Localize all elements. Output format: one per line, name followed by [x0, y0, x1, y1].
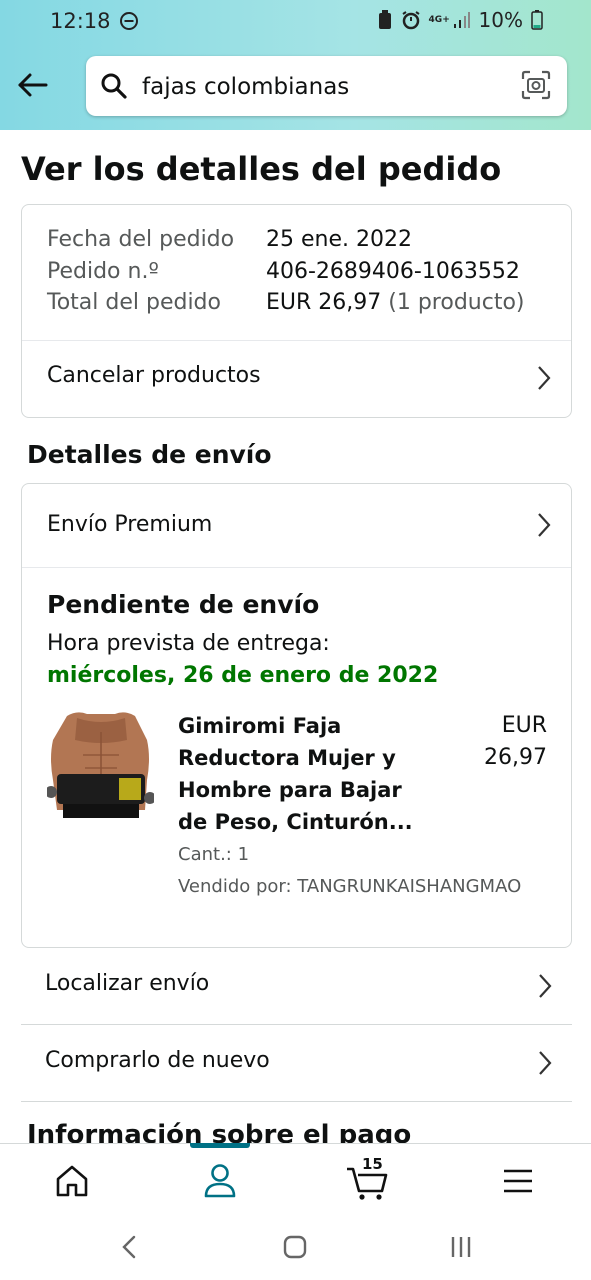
alarm-icon: [401, 11, 420, 30]
chevron-right-icon: [538, 366, 551, 390]
camera-icon[interactable]: [521, 70, 551, 100]
buy-again-link[interactable]: Comprarlo de nuevo: [21, 1024, 572, 1100]
back-arrow-icon[interactable]: [16, 68, 50, 102]
order-total-count: (1 producto): [388, 290, 525, 315]
order-date-label: Fecha del pedido: [47, 227, 235, 252]
system-back-icon[interactable]: [118, 1234, 142, 1260]
shipping-method-link[interactable]: Envío Premium: [22, 484, 571, 567]
product-seller: Vendido por: TANGRUNKAISHANGMAO: [178, 876, 522, 897]
battery-icon: [531, 10, 543, 30]
product-image[interactable]: [47, 710, 154, 818]
cancel-products-link[interactable]: Cancelar productos: [22, 341, 571, 417]
person-icon[interactable]: [198, 1159, 242, 1203]
order-total-amount: EUR 26,97: [266, 290, 382, 315]
shipment-status: Pendiente de envío: [47, 590, 320, 619]
price-currency: EUR: [501, 713, 547, 738]
order-summary-card: Fecha del pedido 25 ene. 2022 Pedido n.º…: [21, 204, 572, 418]
order-number-value: 406-2689406-1063552: [266, 259, 520, 284]
divider: [22, 567, 571, 568]
page-title: Ver los detalles del pedido: [21, 150, 502, 188]
app-header: 12:18 4G+ 10%: [0, 0, 591, 130]
chevron-right-icon: [539, 1051, 552, 1075]
order-date-row: Fecha del pedido 25 ene. 2022: [47, 227, 412, 252]
product-quantity: Cant.: 1: [178, 844, 250, 865]
battery-percent: 10%: [478, 8, 523, 32]
product-title-line: Gimiromi Faja: [178, 714, 342, 738]
menu-icon[interactable]: [496, 1159, 540, 1203]
signal-icon: [453, 12, 470, 28]
home-icon[interactable]: [50, 1159, 94, 1203]
active-tab-indicator: [190, 1143, 250, 1148]
battery-saver-icon: [378, 10, 391, 29]
network-label: 4G+: [428, 15, 450, 25]
order-total-value: EUR 26,97 (1 producto): [266, 290, 525, 315]
chevron-right-icon: [538, 513, 551, 537]
system-home-icon[interactable]: [282, 1234, 308, 1260]
status-time-group: 12:18: [50, 9, 139, 33]
status-icons: 4G+ 10%: [377, 8, 543, 32]
shipping-section-title: Detalles de envío: [27, 440, 272, 469]
track-shipment-label: Localizar envío: [45, 971, 210, 996]
product-title-line: de Peso, Cinturón...: [178, 810, 413, 834]
price-amount: 26,97: [484, 745, 547, 770]
product-title[interactable]: Gimiromi Faja Reductora Mujer y Hombre p…: [178, 710, 438, 838]
order-number-label: Pedido n.º: [47, 259, 159, 284]
status-time: 12:18: [50, 9, 111, 33]
product-title-line: Reductora Mujer y: [178, 746, 396, 770]
divider: [21, 1101, 572, 1102]
cart-button[interactable]: 15: [344, 1155, 392, 1203]
shipping-card: Envío Premium Pendiente de envío Hora pr…: [21, 483, 572, 948]
buy-again-label: Comprarlo de nuevo: [45, 1048, 270, 1073]
chevron-right-icon: [539, 974, 552, 998]
cancel-products-label: Cancelar productos: [47, 363, 261, 388]
product-price: EUR 26,97: [457, 710, 547, 774]
cart-count: 15: [362, 1155, 383, 1173]
system-navigation-bar: [0, 1214, 591, 1280]
product-title-line: Hombre para Bajar: [178, 778, 402, 802]
order-number-row: Pedido n.º 406-2689406-1063552: [47, 259, 520, 284]
order-total-label: Total del pedido: [47, 290, 221, 315]
order-date-value: 25 ene. 2022: [266, 227, 412, 252]
eta-date: miércoles, 26 de enero de 2022: [47, 663, 439, 688]
track-shipment-link[interactable]: Localizar envío: [21, 947, 572, 1023]
dnd-icon: [119, 12, 138, 30]
shipping-method-label: Envío Premium: [47, 512, 213, 537]
system-recents-icon[interactable]: [448, 1234, 474, 1260]
status-bar: 12:18 4G+ 10%: [0, 0, 591, 44]
search-bar[interactable]: [86, 56, 567, 116]
eta-label: Hora prevista de entrega:: [47, 631, 330, 656]
search-icon: [101, 73, 127, 99]
search-input[interactable]: [140, 66, 504, 108]
order-total-row: Total del pedido EUR 26,97 (1 producto): [47, 290, 525, 315]
bottom-nav: 15: [0, 1143, 591, 1215]
